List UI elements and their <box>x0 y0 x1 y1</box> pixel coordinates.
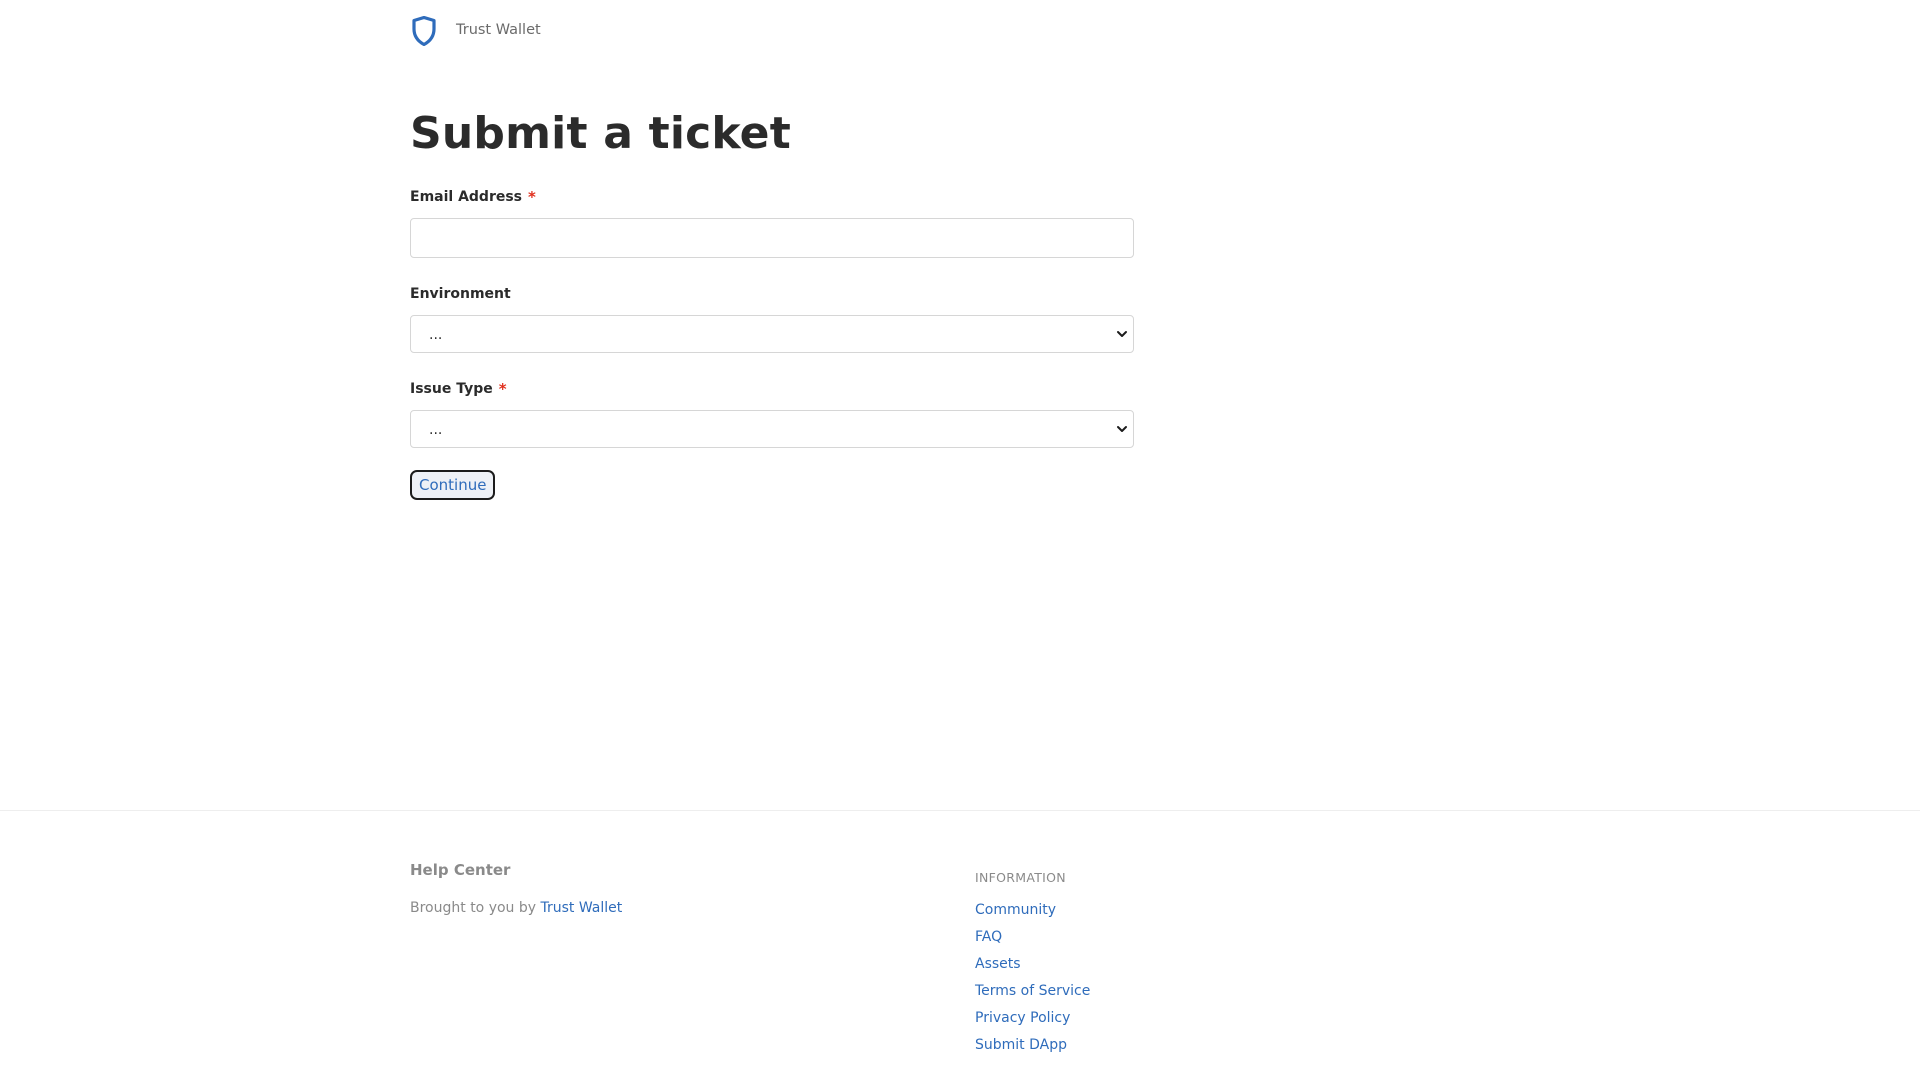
issue-type-select[interactable]: ... <box>410 410 1134 448</box>
chevron-down-icon <box>1115 422 1129 436</box>
footer-credit-prefix: Brought to you by <box>410 900 537 916</box>
shield-icon <box>410 15 438 47</box>
required-asterisk: * <box>498 380 507 398</box>
chevron-down-icon <box>1115 327 1129 341</box>
list-item: Privacy Policy <box>975 1007 1090 1034</box>
brand-name: Trust Wallet <box>456 22 541 38</box>
footer-link-terms-of-service[interactable]: Terms of Service <box>975 983 1090 999</box>
footer-link-privacy-policy[interactable]: Privacy Policy <box>975 1010 1070 1026</box>
email-label: Email Address * <box>410 188 1134 206</box>
main-content: Submit a ticket Email Address * Environm… <box>410 108 1134 500</box>
required-asterisk: * <box>528 188 536 206</box>
footer-information: INFORMATION Community FAQ Assets Terms o… <box>975 860 1090 1061</box>
footer-link-submit-dapp[interactable]: Submit DApp <box>975 1037 1067 1053</box>
environment-label: Environment <box>410 285 1134 303</box>
list-item: FAQ <box>975 926 1090 953</box>
footer-information-heading: INFORMATION <box>975 870 1066 885</box>
continue-button[interactable]: Continue <box>410 470 496 500</box>
list-item: Submit DApp <box>975 1034 1090 1061</box>
footer-links-list: Community FAQ Assets Terms of Service Pr… <box>975 899 1090 1061</box>
header: Trust Wallet <box>410 0 1510 60</box>
logo-link[interactable]: Trust Wallet <box>410 14 541 47</box>
footer-credit: Brought to you by Trust Wallet <box>410 900 975 916</box>
list-item: Community <box>975 899 1090 926</box>
issue-type-label-text: Issue Type <box>410 381 493 397</box>
email-input[interactable] <box>410 218 1134 258</box>
footer-link-assets[interactable]: Assets <box>975 956 1021 972</box>
footer-title: Help Center <box>410 861 511 879</box>
page-title: Submit a ticket <box>410 108 791 159</box>
footer-divider <box>0 810 1920 811</box>
footer-link-community[interactable]: Community <box>975 902 1056 918</box>
page: Trust Wallet Submit a ticket Email Addre… <box>0 0 1920 1080</box>
environment-selected-value: ... <box>429 327 443 343</box>
email-label-text: Email Address <box>410 189 523 205</box>
environment-label-text: Environment <box>410 286 511 302</box>
issue-type-field-group: Issue Type * ... <box>410 380 1134 448</box>
email-field-group: Email Address * <box>410 188 1134 258</box>
footer-link-faq[interactable]: FAQ <box>975 929 1002 945</box>
issue-type-selected-value: ... <box>429 422 443 438</box>
footer: Help Center Brought to you by Trust Wall… <box>410 860 1510 1061</box>
environment-field-group: Environment ... <box>410 285 1134 353</box>
ticket-form: Email Address * Environment ... Issue Ty… <box>410 188 1134 500</box>
list-item: Assets <box>975 953 1090 980</box>
footer-about: Help Center Brought to you by Trust Wall… <box>410 860 975 1061</box>
list-item: Terms of Service <box>975 980 1090 1007</box>
footer-credit-link[interactable]: Trust Wallet <box>541 900 623 916</box>
environment-select[interactable]: ... <box>410 315 1134 353</box>
issue-type-label: Issue Type * <box>410 380 1134 398</box>
